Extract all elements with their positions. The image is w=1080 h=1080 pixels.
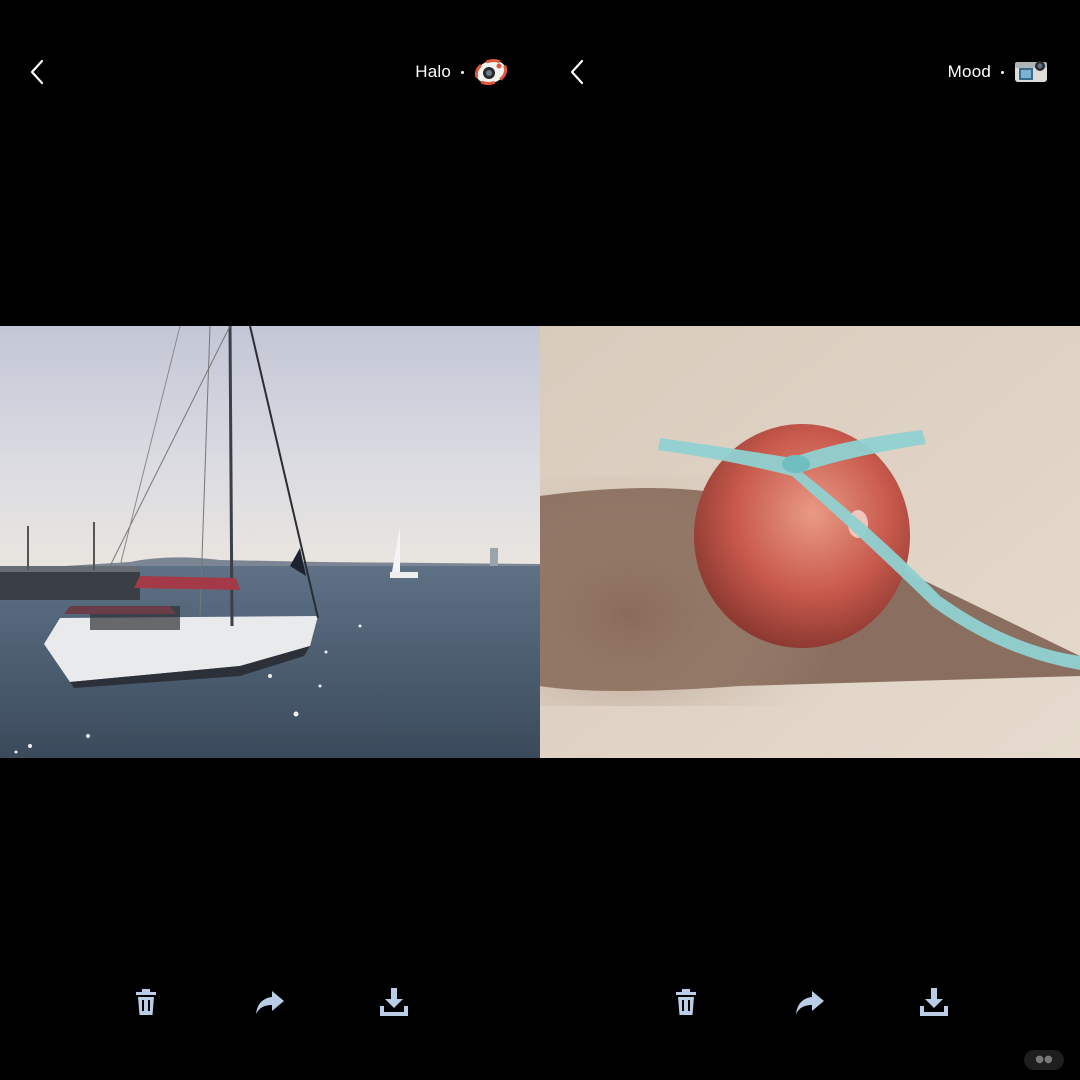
- download-button[interactable]: [912, 980, 956, 1024]
- separator-dot: [1001, 70, 1004, 74]
- share-button[interactable]: [788, 980, 832, 1024]
- chevron-left-icon: [570, 59, 584, 85]
- editor-panel-mood: Mood ●●: [540, 0, 1080, 1080]
- photo-toolbar: [0, 980, 540, 1024]
- delete-button[interactable]: [664, 980, 708, 1024]
- share-icon: [796, 991, 824, 1014]
- watermark-badge: ●●: [1024, 1050, 1064, 1070]
- camera-title[interactable]: Halo: [415, 56, 508, 88]
- photo-toolbar: [540, 980, 1080, 1024]
- delete-button[interactable]: [124, 980, 168, 1024]
- trash-icon: [676, 989, 696, 1015]
- back-button[interactable]: [560, 52, 600, 92]
- camera-name: Halo: [415, 62, 451, 81]
- share-button[interactable]: [248, 980, 292, 1024]
- trash-icon: [136, 989, 156, 1015]
- editor-panel-halo: Halo: [0, 0, 540, 1080]
- download-button[interactable]: [372, 980, 416, 1024]
- photo-apple[interactable]: [540, 326, 1080, 758]
- separator-dot: [461, 70, 464, 74]
- sailboat-photo: [0, 326, 540, 758]
- share-icon: [256, 991, 284, 1014]
- download-icon: [380, 988, 408, 1016]
- photo-sailboat[interactable]: [0, 326, 540, 758]
- camera-title[interactable]: Mood: [948, 56, 1048, 88]
- chevron-left-icon: [30, 59, 44, 85]
- halo-camera-icon: [474, 59, 508, 85]
- mood-camera-icon: [1015, 61, 1047, 82]
- back-button[interactable]: [20, 52, 60, 92]
- download-icon: [920, 988, 948, 1016]
- apple-ribbon-photo: [540, 326, 1080, 758]
- camera-name: Mood: [947, 62, 991, 81]
